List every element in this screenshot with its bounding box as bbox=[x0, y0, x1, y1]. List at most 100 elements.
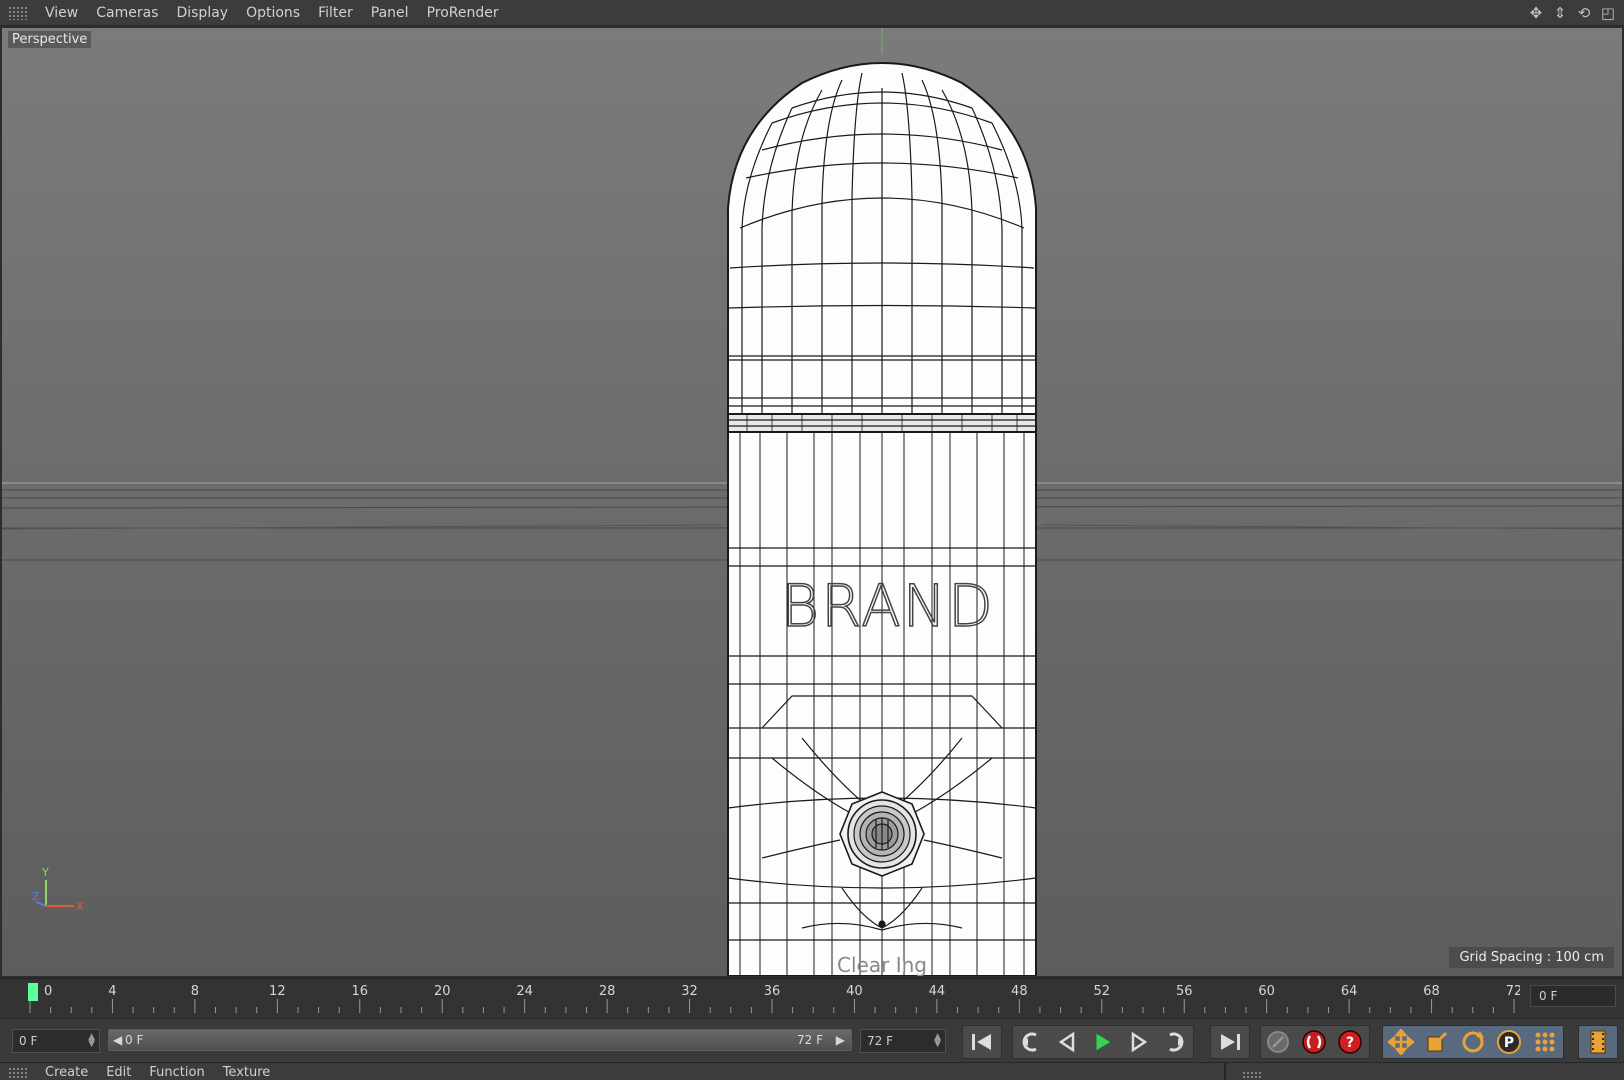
rotate-view-icon[interactable]: ⟲ bbox=[1574, 3, 1594, 23]
range-end-label: 72 F bbox=[797, 1033, 823, 1047]
previous-frame-icon bbox=[1058, 1031, 1075, 1053]
end-frame-value: 72 F bbox=[867, 1034, 893, 1048]
product-small-label: Clear Ing bbox=[837, 953, 927, 976]
scale-icon bbox=[1427, 1031, 1448, 1052]
ruler-svg: 0 4 8 12 16 20 24 28 32 36 40 44 48 52 56 60 64 68 72 bbox=[28, 983, 1520, 1013]
ruler-tick-label: 0 bbox=[44, 984, 52, 999]
keyframe-selection-button[interactable]: ? bbox=[1333, 1025, 1367, 1059]
ruler-tick-label: 60 bbox=[1258, 984, 1275, 999]
menu-options[interactable]: Options bbox=[237, 0, 309, 26]
ruler-tick-label: 52 bbox=[1094, 984, 1111, 999]
menu-create[interactable]: Create bbox=[36, 1063, 97, 1080]
go-to-end-button[interactable] bbox=[1213, 1025, 1247, 1059]
menu-function[interactable]: Function bbox=[140, 1063, 213, 1080]
move-view-icon[interactable]: ✥ bbox=[1526, 3, 1546, 23]
skip-start-icon bbox=[972, 1034, 991, 1050]
pan-view-icon[interactable]: ⇕ bbox=[1550, 3, 1570, 23]
record-parameter-button[interactable]: P bbox=[1492, 1025, 1526, 1059]
current-frame-field[interactable]: 0 F bbox=[1530, 985, 1616, 1007]
bottle-model[interactable] bbox=[727, 62, 1037, 976]
timeline-ruler[interactable]: 0 4 8 12 16 20 24 28 32 36 40 44 48 52 56 60 64 68 72 0 F bbox=[0, 978, 1624, 1018]
axis-gizmo: Y X Z bbox=[32, 866, 84, 913]
ruler-tick-label: 56 bbox=[1176, 984, 1193, 999]
end-frame-field[interactable]: 72 F ▲ ▼ bbox=[860, 1029, 946, 1053]
frame-range-slider[interactable]: ◀ 0 F 72 F ▶ bbox=[108, 1029, 852, 1051]
ruler-tick-label: 40 bbox=[846, 984, 863, 999]
move-arrows-icon bbox=[1388, 1029, 1414, 1055]
next-frame-icon bbox=[1131, 1031, 1148, 1053]
help-question-icon: ? bbox=[1338, 1030, 1362, 1054]
spin-arrows-icon[interactable]: ▲ ▼ bbox=[88, 1033, 95, 1049]
viewport-menubar: View Cameras Display Options Filter Pane… bbox=[0, 0, 1624, 26]
menu-display[interactable]: Display bbox=[167, 0, 237, 26]
menu-edit[interactable]: Edit bbox=[97, 1063, 140, 1080]
cinema4d-window: View Cameras Display Options Filter Pane… bbox=[0, 0, 1624, 1080]
parameter-p-icon: P bbox=[1497, 1030, 1521, 1054]
range-left-handle-icon[interactable]: ◀ bbox=[113, 1033, 122, 1047]
viewport-navigation-icons: ✥ ⇕ ⟲ ◰ bbox=[1526, 3, 1618, 23]
autokeying-button[interactable] bbox=[1297, 1025, 1331, 1059]
scheme-settings-button[interactable] bbox=[1581, 1025, 1615, 1059]
next-key-button[interactable] bbox=[1158, 1025, 1192, 1059]
svg-text:P: P bbox=[1504, 1035, 1514, 1051]
svg-text:?: ? bbox=[1346, 1035, 1354, 1051]
axis-label-x: X bbox=[76, 900, 84, 913]
autokey-icon bbox=[1302, 1030, 1326, 1054]
animation-toolbar: 0 F ▲ ▼ ◀ 0 F 72 F ▶ 72 F ▲ ▼ ? P bbox=[0, 1018, 1624, 1062]
brand-label: BRAND bbox=[781, 572, 995, 640]
grid-spacing-label: Grid Spacing : 100 cm bbox=[1449, 947, 1614, 968]
menu-cameras[interactable]: Cameras bbox=[87, 0, 167, 26]
panel-grip-icon[interactable] bbox=[8, 5, 28, 20]
rotate-icon bbox=[1462, 1031, 1484, 1053]
play-forward-button[interactable] bbox=[1086, 1025, 1120, 1059]
ruler-tick-label: 48 bbox=[1011, 984, 1028, 999]
menu-view[interactable]: View bbox=[36, 0, 87, 26]
play-icon bbox=[1095, 1032, 1112, 1052]
previous-frame-button[interactable] bbox=[1050, 1025, 1084, 1059]
ruler-labels: 0 4 8 12 16 20 24 28 32 36 40 44 48 52 56 60 64 68 72 bbox=[44, 984, 1520, 999]
ruler-tick-label: 44 bbox=[929, 984, 946, 999]
ruler-tick-label: 20 bbox=[434, 984, 451, 999]
ruler-ticks bbox=[29, 999, 1515, 1013]
record-key-icon bbox=[1267, 1031, 1289, 1053]
menu-filter[interactable]: Filter bbox=[309, 0, 362, 26]
ruler-tick-label: 64 bbox=[1341, 984, 1358, 999]
playhead[interactable] bbox=[28, 983, 38, 1001]
axis-label-y: Y bbox=[41, 866, 49, 879]
previous-key-icon bbox=[1022, 1032, 1037, 1052]
next-key-icon bbox=[1169, 1032, 1184, 1052]
next-frame-button[interactable] bbox=[1122, 1025, 1156, 1059]
record-point-level-button[interactable] bbox=[1528, 1025, 1562, 1059]
camera-label[interactable]: Perspective bbox=[8, 31, 92, 48]
ruler-tick-label: 28 bbox=[599, 984, 616, 999]
panel-grip-icon[interactable] bbox=[8, 1067, 28, 1080]
range-right-handle-icon[interactable]: ▶ bbox=[836, 1033, 845, 1047]
menu-texture[interactable]: Texture bbox=[214, 1063, 280, 1080]
spin-arrows-icon[interactable]: ▲ ▼ bbox=[934, 1033, 941, 1049]
start-frame-value: 0 F bbox=[19, 1034, 38, 1048]
skip-end-icon bbox=[1221, 1034, 1240, 1050]
ruler-tick-label: 16 bbox=[352, 984, 369, 999]
record-scale-button[interactable] bbox=[1420, 1025, 1454, 1059]
record-position-button[interactable] bbox=[1384, 1025, 1418, 1059]
go-to-start-button[interactable] bbox=[965, 1025, 999, 1059]
material-manager-menubar: Create Edit Function Texture bbox=[0, 1062, 1624, 1080]
range-start-label: 0 F bbox=[125, 1033, 144, 1047]
ruler-tick-label: 4 bbox=[108, 984, 116, 999]
record-active-objects-button[interactable] bbox=[1261, 1025, 1295, 1059]
menu-panel[interactable]: Panel bbox=[362, 0, 418, 26]
axis-label-z: Z bbox=[32, 890, 40, 903]
ruler-tick-label: 12 bbox=[269, 984, 286, 999]
ruler-tick-label: 24 bbox=[516, 984, 533, 999]
ruler-tick-label: 68 bbox=[1423, 984, 1440, 999]
ruler-tick-label: 72 bbox=[1506, 984, 1520, 999]
menu-prorender[interactable]: ProRender bbox=[418, 0, 508, 26]
panel-grip-icon[interactable] bbox=[1242, 1071, 1262, 1080]
previous-key-button[interactable] bbox=[1014, 1025, 1048, 1059]
start-frame-field[interactable]: 0 F ▲ ▼ bbox=[12, 1029, 100, 1053]
3d-viewport[interactable]: BRAND Clear Ing Y X Z Perspective Grid S… bbox=[0, 26, 1624, 978]
panel-divider[interactable] bbox=[1224, 1063, 1226, 1080]
record-rotation-button[interactable] bbox=[1456, 1025, 1490, 1059]
toggle-layout-icon[interactable]: ◰ bbox=[1598, 3, 1618, 23]
ruler-tick-label: 36 bbox=[764, 984, 781, 999]
